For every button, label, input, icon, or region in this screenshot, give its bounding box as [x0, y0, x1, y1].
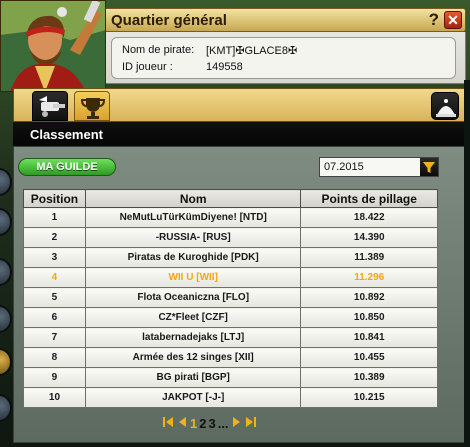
column-header-points[interactable]: Points de pillage: [300, 189, 438, 208]
table-row[interactable]: 3 Piratas de Kuroghide [PDK] 11.389: [23, 247, 438, 268]
window-header: Quartier général ? ✕: [100, 8, 466, 32]
table-row[interactable]: 7 latabernadejaks [LTJ] 10.841: [23, 327, 438, 348]
cell-position: 8: [23, 347, 86, 368]
table-row[interactable]: 10 JAKPOT [-J-] 10.215: [23, 387, 438, 408]
table-row[interactable]: 5 Flota Oceaniczna [FLO] 10.892: [23, 287, 438, 308]
cell-points: 10.389: [300, 367, 438, 388]
cell-points: 11.296: [300, 267, 438, 288]
cell-position: 3: [23, 247, 86, 268]
side-menu-button[interactable]: [0, 348, 12, 376]
cell-guild-name: WII U [WII]: [84, 267, 302, 288]
pirate-avatar[interactable]: [0, 0, 106, 92]
page-ellipsis: ...: [217, 415, 229, 431]
cell-guild-name: latabernadejaks [LTJ]: [84, 327, 302, 348]
side-menu-button[interactable]: [0, 208, 12, 236]
cell-position: 2: [23, 227, 86, 248]
pirate-info-card: Nom de pirate: [KMT]✠GLACE8✠ ID joueur :…: [111, 37, 456, 79]
cell-position: 10: [23, 387, 86, 408]
cell-guild-name: NeMutLuTürKümDiyene! [NTD]: [84, 207, 302, 228]
ranking-table: Position Nom Points de pillage 1 NeMutLuT…: [23, 189, 438, 408]
month-select-value: 07.2015: [324, 161, 364, 173]
cell-position: 9: [23, 367, 86, 388]
first-page-icon[interactable]: [162, 416, 174, 431]
cell-guild-name: Flota Oceaniczna [FLO]: [84, 287, 302, 308]
table-header-row: Position Nom Points de pillage: [23, 189, 438, 208]
cell-guild-name: JAKPOT [-J-]: [84, 387, 302, 408]
table-row[interactable]: 1 NeMutLuTürKümDiyene! [NTD] 18.422: [23, 207, 438, 228]
side-menu-button[interactable]: [0, 168, 12, 196]
pagination: 1 2 3 ...: [162, 414, 257, 432]
window-title: Quartier général: [111, 12, 227, 29]
player-id-label: ID joueur :: [122, 61, 173, 73]
tab-ranking[interactable]: [74, 91, 110, 121]
funnel-icon[interactable]: [420, 158, 438, 176]
column-header-position[interactable]: Position: [23, 189, 86, 208]
cell-points: 10.892: [300, 287, 438, 308]
my-guild-button[interactable]: MA GUILDE: [18, 158, 116, 176]
cell-guild-name: -RUSSIA- [RUS]: [84, 227, 302, 248]
cell-position: 5: [23, 287, 86, 308]
table-row[interactable]: 4 WII U [WII] 11.296: [23, 267, 438, 288]
player-id-row: ID joueur : 149558: [122, 61, 243, 73]
page-number[interactable]: 2: [199, 416, 206, 431]
next-page-icon[interactable]: [231, 416, 243, 431]
page-number[interactable]: 1: [190, 416, 197, 431]
treasure-button[interactable]: [431, 92, 459, 120]
last-page-icon[interactable]: [245, 416, 257, 431]
cell-points: 18.422: [300, 207, 438, 228]
pirate-name-value: [KMT]✠GLACE8✠: [206, 45, 298, 57]
cell-points: 10.215: [300, 387, 438, 408]
help-icon[interactable]: ?: [429, 10, 439, 30]
pirate-info-panel: Nom de pirate: [KMT]✠GLACE8✠ ID joueur :…: [100, 32, 466, 84]
cell-guild-name: Armée des 12 singes [XII]: [84, 347, 302, 368]
cell-points: 11.389: [300, 247, 438, 268]
tab-ship[interactable]: [32, 91, 68, 121]
cell-points: 10.455: [300, 347, 438, 368]
section-title: Classement: [30, 127, 103, 142]
pirate-name-label: Nom de pirate:: [122, 44, 195, 56]
ranking-panel: MA GUILDE 07.2015 Position Nom Points de…: [13, 146, 466, 443]
table-row[interactable]: 2 -RUSSIA- [RUS] 14.390: [23, 227, 438, 248]
headquarters-window: Quartier général ? ✕ Nom de pirate: [KMT…: [0, 0, 470, 447]
side-menu-button[interactable]: [0, 394, 12, 422]
cell-points: 14.390: [300, 227, 438, 248]
table-row[interactable]: 6 CZ*Fleet [CZF] 10.850: [23, 307, 438, 328]
cell-position: 1: [23, 207, 86, 228]
cell-points: 10.850: [300, 307, 438, 328]
cell-guild-name: BG pirati [BGP]: [84, 367, 302, 388]
close-icon[interactable]: ✕: [444, 11, 462, 29]
cell-guild-name: Piratas de Kuroghide [PDK]: [84, 247, 302, 268]
column-header-name[interactable]: Nom: [84, 189, 302, 208]
table-row[interactable]: 9 BG pirati [BGP] 10.389: [23, 367, 438, 388]
cell-position: 7: [23, 327, 86, 348]
cell-position: 6: [23, 307, 86, 328]
section-bar: Classement: [13, 122, 466, 146]
right-edge-bar: [464, 80, 470, 446]
side-menu-button[interactable]: [0, 258, 12, 286]
player-id-value: 149558: [206, 61, 243, 73]
page-number[interactable]: 3: [208, 416, 215, 431]
cell-guild-name: CZ*Fleet [CZF]: [84, 307, 302, 328]
table-row[interactable]: 8 Armée des 12 singes [XII] 10.455: [23, 347, 438, 368]
pirate-name-row: Nom de pirate: [KMT]✠GLACE8✠: [122, 44, 297, 57]
side-menu-button[interactable]: [0, 305, 12, 333]
cell-position: 4: [23, 267, 86, 288]
tabs-bar: [13, 88, 466, 122]
cell-points: 10.841: [300, 327, 438, 348]
prev-page-icon[interactable]: [176, 416, 188, 431]
month-select[interactable]: 07.2015: [319, 157, 439, 177]
